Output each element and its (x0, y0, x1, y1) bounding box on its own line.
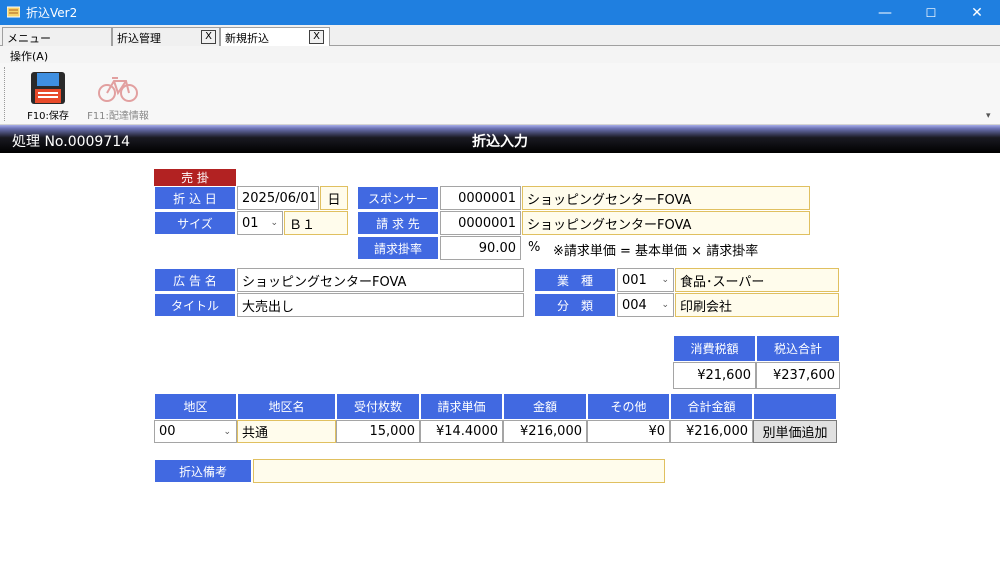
size-select[interactable]: 01 ⌄ (237, 211, 283, 235)
delivery-info-button[interactable]: F11:配達情報 (80, 67, 156, 122)
window-titlebar: 折込Ver2 — ☐ ✕ (0, 0, 1000, 25)
category-label: 分 類 (534, 293, 616, 317)
menu-bar: 操作(A) (0, 46, 1000, 63)
tab-insert-management[interactable]: 折込管理 X (112, 27, 220, 46)
grid-header-amount: 金額 (503, 393, 587, 420)
grid-header-count: 受付枚数 (336, 393, 420, 420)
industry-select[interactable]: 001 ⌄ (617, 268, 674, 292)
toolbar-overflow-icon[interactable]: ▾ (986, 111, 991, 121)
tab-strip: メニュー 折込管理 X 新規折込 X (0, 25, 1000, 47)
insert-date-field[interactable]: 2025/06/01 (237, 186, 319, 210)
grid-header-total: 合計金額 (670, 393, 753, 420)
save-button[interactable]: F10:保存 (10, 67, 86, 122)
category-code: 004 (622, 297, 647, 313)
maximize-button[interactable]: ☐ (908, 0, 954, 25)
tab-new-insert[interactable]: 新規折込 X (220, 27, 330, 47)
tab-close-icon[interactable]: X (201, 30, 216, 44)
insert-date-label: 折 込 日 (154, 186, 236, 210)
app-icon (6, 6, 21, 18)
tab-new-insert-label: 新規折込 (225, 32, 269, 45)
grid-header-action (753, 393, 837, 420)
remarks-field[interactable] (253, 459, 665, 483)
area-name-cell: 共通 (237, 420, 336, 443)
save-button-label: F10:保存 (27, 111, 69, 122)
total-with-tax-value: ¥237,600 (756, 362, 840, 389)
sponsor-code-field[interactable]: 0000001 (440, 186, 521, 210)
industry-label: 業 種 (534, 268, 616, 292)
ad-name-field[interactable]: ショッピングセンターFOVA (237, 268, 524, 292)
tax-header: 消費税額 (673, 335, 756, 362)
delivery-info-label: F11:配達情報 (87, 111, 149, 122)
bicycle-icon (98, 75, 138, 107)
floppy-disk-icon (30, 71, 66, 109)
chevron-down-icon: ⌄ (223, 426, 231, 437)
billing-code-field[interactable]: 0000001 (440, 211, 521, 235)
size-name-field: Ｂ１ (284, 211, 348, 235)
rate-unit: % (528, 240, 541, 255)
category-select[interactable]: 004 ⌄ (617, 293, 674, 317)
other-cell[interactable]: ¥0 (587, 420, 670, 443)
chevron-down-icon: ⌄ (270, 218, 278, 228)
area-code: 00 (159, 424, 176, 439)
ad-name-label: 広 告 名 (154, 268, 236, 292)
total-with-tax-header: 税込合計 (756, 335, 840, 362)
status-badge: 売 掛 (154, 169, 236, 186)
unit-price-cell[interactable]: ¥14.4000 (420, 420, 503, 443)
rate-field[interactable]: 90.00 (440, 236, 521, 260)
remarks-label: 折込備考 (154, 459, 252, 483)
tab-close-icon[interactable]: X (309, 30, 324, 44)
tab-menu[interactable]: メニュー (2, 27, 112, 46)
toolbar: F10:保存 F11:配達情報 ▾ (0, 63, 1000, 125)
grid-header-area: 地区 (154, 393, 237, 420)
window-title: 折込Ver2 (26, 6, 78, 20)
category-name-field: 印刷会社 (675, 293, 839, 317)
grid-header-other: その他 (587, 393, 670, 420)
industry-name-field: 食品･スーパー (675, 268, 839, 292)
tab-insert-management-label: 折込管理 (117, 32, 161, 45)
header-band: 処理 No.0009714 折込入力 (0, 125, 1000, 153)
amount-cell: ¥216,000 (503, 420, 587, 443)
chevron-down-icon: ⌄ (661, 275, 669, 285)
grid-header-area-name: 地区名 (237, 393, 336, 420)
size-label: サイズ (154, 211, 236, 235)
area-code-select[interactable]: 00 ⌄ (154, 420, 237, 443)
menu-operation[interactable]: 操作(A) (10, 48, 48, 64)
sponsor-label: スポンサー (357, 186, 439, 210)
rate-note: ※請求単価 = 基本単価 × 請求掛率 (553, 244, 759, 259)
sponsor-name-field: ショッピングセンターFOVA (522, 186, 810, 210)
billing-name-field: ショッピングセンターFOVA (522, 211, 810, 235)
industry-code: 001 (622, 272, 647, 288)
billing-label: 請 求 先 (357, 211, 439, 235)
size-code: 01 (242, 215, 259, 231)
title-label: タイトル (154, 293, 236, 317)
rate-label: 請求掛率 (357, 236, 439, 260)
grid-header-unit-price: 請求単価 (420, 393, 503, 420)
add-separate-price-button[interactable]: 別単価追加 (753, 420, 837, 443)
weekday-field: 日 (320, 186, 348, 210)
tab-menu-label: メニュー (7, 32, 51, 45)
tax-value: ¥21,600 (673, 362, 756, 389)
chevron-down-icon: ⌄ (661, 300, 669, 310)
page-title: 折込入力 (472, 134, 528, 150)
toolbar-grip[interactable] (4, 67, 7, 121)
total-cell: ¥216,000 (670, 420, 753, 443)
close-button[interactable]: ✕ (954, 0, 1000, 25)
title-field[interactable]: 大売出し (237, 293, 524, 317)
count-cell[interactable]: 15,000 (336, 420, 420, 443)
minimize-button[interactable]: — (862, 0, 908, 25)
